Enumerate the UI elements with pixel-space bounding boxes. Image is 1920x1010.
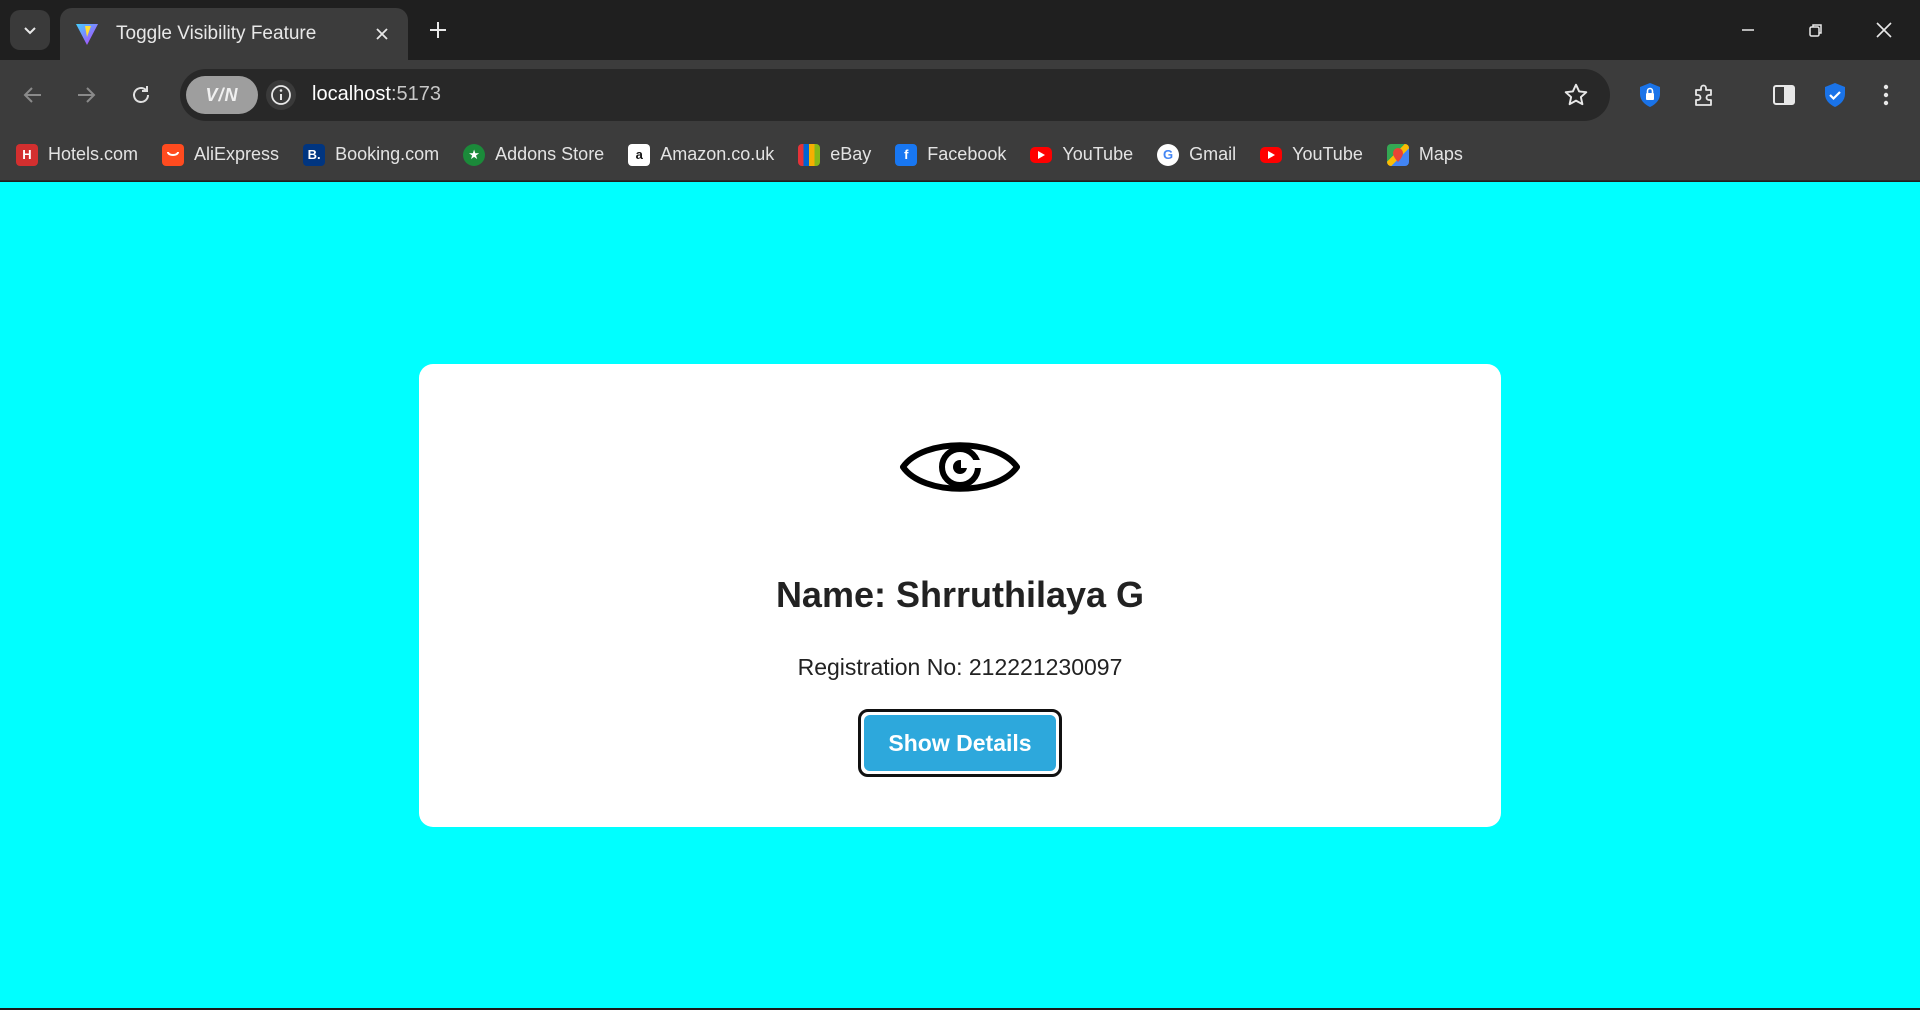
bookmark-label: Gmail [1189, 144, 1237, 164]
restore-button[interactable] [1794, 10, 1838, 50]
bookmark-hotels[interactable]: H Hotels.com [16, 137, 138, 173]
page-viewport: Name: Shrruthilaya G Registration No: 21… [0, 182, 1920, 1010]
bookmark-amazon[interactable]: a Amazon.co.uk [628, 137, 774, 173]
minimize-button[interactable] [1726, 10, 1770, 50]
eye-icon[interactable] [899, 432, 1021, 502]
amazon-icon: a [628, 143, 651, 166]
url-text[interactable]: localhost:5173 [312, 83, 441, 106]
side-panel-icon[interactable] [1764, 75, 1804, 115]
browser-toolbar: V/N localhost:5173 [0, 60, 1920, 129]
bookmark-facebook[interactable]: f Facebook [895, 137, 1006, 173]
details-card: Name: Shrruthilaya G Registration No: 21… [419, 364, 1501, 827]
security-shield-icon[interactable] [1815, 75, 1855, 115]
arrow-left-icon [23, 87, 41, 103]
tab-search-button[interactable] [10, 10, 50, 50]
addons-store-icon: ★ [463, 143, 486, 166]
url-host: localhost [312, 83, 391, 105]
back-button[interactable] [13, 75, 53, 115]
bookmark-label: Maps [1418, 144, 1463, 164]
bookmark-star-icon[interactable] [1562, 81, 1590, 109]
plus-icon [430, 22, 446, 38]
reload-button[interactable] [121, 75, 161, 115]
active-tab[interactable]: Toggle Visibility Feature [60, 8, 408, 60]
bookmark-booking[interactable]: B. Booking.com [303, 137, 439, 173]
close-icon [1876, 22, 1892, 38]
bookmark-gmail[interactable]: G Gmail [1157, 137, 1236, 173]
chevron-down-icon [24, 27, 36, 35]
tab-close-icon[interactable] [370, 22, 394, 46]
youtube-icon [1030, 146, 1053, 163]
forward-button[interactable] [66, 75, 106, 115]
bookmark-label: YouTube [1062, 144, 1134, 164]
address-bar[interactable]: V/N localhost:5173 [180, 69, 1610, 121]
restore-icon [1809, 24, 1822, 37]
booking-icon: B. [303, 143, 326, 166]
hotels-icon: H [16, 143, 38, 166]
bookmark-label: Facebook [927, 144, 1007, 164]
bookmark-label: Addons Store [495, 144, 605, 164]
facebook-icon: f [895, 143, 918, 166]
tab-strip: Toggle Visibility Feature [0, 0, 1920, 60]
vpn-button[interactable]: V/N [186, 76, 258, 114]
new-tab-button[interactable] [422, 14, 454, 46]
bookmark-aliexpress[interactable]: AliExpress [162, 137, 279, 173]
registration-number-text: Registration No: 212221230097 [797, 654, 1123, 680]
arrow-right-icon [78, 87, 96, 103]
url-port: :5173 [390, 83, 441, 105]
show-details-label: Show Details [864, 715, 1056, 771]
student-name-heading: Name: Shrruthilaya G [775, 574, 1145, 615]
bookmark-label: eBay [830, 144, 872, 164]
site-info-icon[interactable] [266, 80, 296, 110]
tab-title: Toggle Visibility Feature [116, 23, 317, 44]
reload-icon [133, 86, 149, 103]
bookmark-ebay[interactable]: eBay [798, 137, 871, 173]
close-window-button[interactable] [1862, 10, 1906, 50]
bookmark-label: AliExpress [194, 144, 280, 164]
youtube-icon [1260, 146, 1283, 163]
bookmark-maps[interactable]: Maps [1386, 137, 1463, 173]
bookmark-label: YouTube [1292, 144, 1363, 164]
bookmarks-bar: H Hotels.com AliExpress B. Booking.com ★… [0, 129, 1920, 181]
bookmark-youtube[interactable]: YouTube [1030, 137, 1133, 173]
aliexpress-icon [162, 143, 185, 166]
menu-kebab-icon[interactable] [1866, 75, 1906, 115]
ebay-icon [798, 143, 821, 166]
google-icon: G [1157, 143, 1180, 166]
vite-favicon-icon [76, 24, 98, 45]
password-manager-icon[interactable] [1630, 75, 1670, 115]
bookmark-label: Hotels.com [48, 144, 139, 164]
bookmark-addons-store[interactable]: ★ Addons Store [463, 137, 604, 173]
minimize-icon [1742, 29, 1754, 31]
maps-icon [1386, 143, 1409, 166]
show-details-button[interactable]: Show Details [858, 709, 1062, 777]
bookmark-label: Booking.com [335, 144, 440, 164]
bookmark-label: Amazon.co.uk [660, 144, 775, 164]
bookmark-youtube-2[interactable]: YouTube [1260, 137, 1363, 173]
extensions-puzzle-icon[interactable] [1684, 75, 1724, 115]
